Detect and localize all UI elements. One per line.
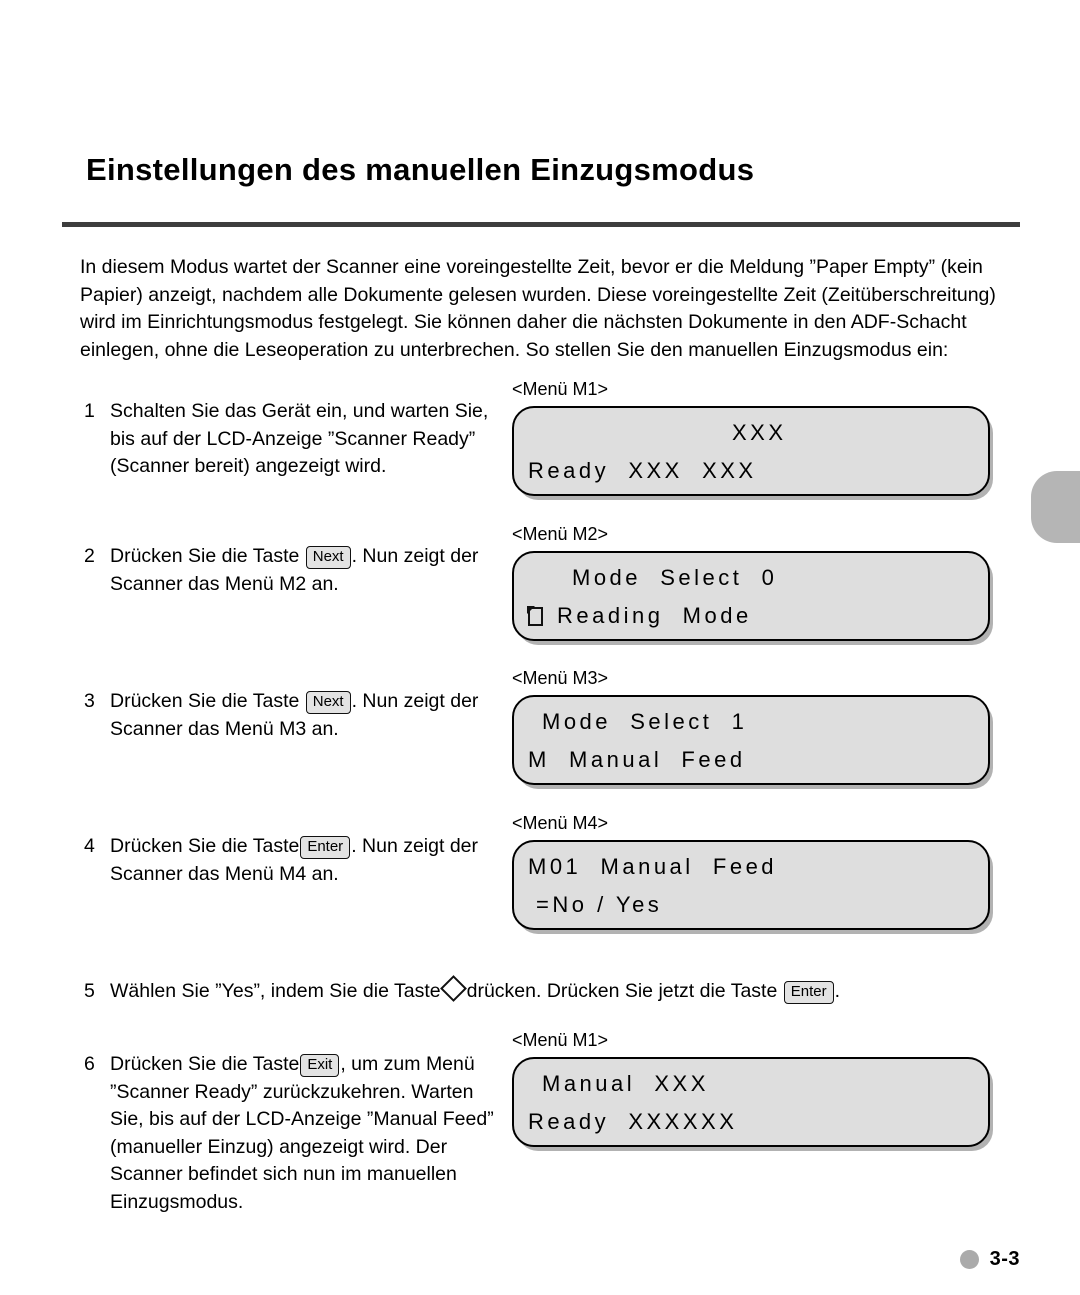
lcd-caption-m1-first: <Menü M1> xyxy=(512,379,609,399)
step-5: 5 Wählen Sie ”Yes”, indem Sie die Taste d… xyxy=(84,975,924,1006)
step-3-number: 3 xyxy=(84,690,95,712)
step-3-prefix: Drücken Sie die Taste xyxy=(110,690,305,712)
step-5-middle: drücken. Drücken Sie jetzt die Taste xyxy=(466,980,778,1002)
step-6: 6 Drücken Sie die Taste Exit, um zum Menü… xyxy=(84,1051,504,1216)
enter-key-button[interactable]: Enter xyxy=(783,980,834,1004)
lcd-line-1: Mode Select 0 xyxy=(572,565,778,590)
lcd-panel-m3: Mode Select 1 M Manual Feed xyxy=(512,695,990,785)
step-1: 1 Schalten Sie das Gerät ein, und warten… xyxy=(84,398,494,481)
lcd-panel-m4: M01 Manual Feed =No / Yes xyxy=(512,840,990,930)
step-2-number: 2 xyxy=(84,545,95,567)
lcd-caption-m1-last: <Menü M1> xyxy=(512,1030,609,1050)
step-3: 3 Drücken Sie die Taste Next. Nun zeigt … xyxy=(84,688,494,743)
step-6-number: 6 xyxy=(84,1053,95,1075)
step-6-suffix: , um zum Menü ”Scanner Ready” zurückzuke… xyxy=(110,1053,494,1213)
next-key-button[interactable]: Next xyxy=(305,690,351,714)
manual-page: Einstellungen des manuellen Einzugsmodus… xyxy=(0,0,1080,1295)
step-5-prefix: Wählen Sie ”Yes”, indem Sie die Taste xyxy=(110,980,441,1002)
lcd-line-1: XXX xyxy=(732,420,787,445)
lcd-group-m3: <Menü M3> Mode Select 1 M Manual Feed xyxy=(512,667,992,785)
step-4-number: 4 xyxy=(84,835,95,857)
page-footer: 3-3 xyxy=(0,1248,1020,1271)
step-2: 2 Drücken Sie die Taste Next. Nun zeigt … xyxy=(84,543,494,598)
step-5-suffix: . xyxy=(834,980,841,1002)
next-key-button[interactable]: Next xyxy=(305,545,351,569)
step-1-number: 1 xyxy=(84,400,95,422)
intro-paragraph: In diesem Modus wartet der Scanner eine … xyxy=(80,254,997,364)
lcd-group-m1-first: <Menü M1> XXX Ready XXX XXX xyxy=(512,378,992,496)
step-6-prefix: Drücken Sie die Taste xyxy=(110,1053,300,1075)
lcd-caption-m3: <Menü M3> xyxy=(512,668,609,688)
lcd-line-1: M01 Manual Feed xyxy=(528,854,778,879)
lcd-group-m4: <Menü M4> M01 Manual Feed =No / Yes xyxy=(512,812,992,930)
lcd-group-m2: <Menü M2> Mode Select 0 Reading Mode xyxy=(512,523,992,641)
step-4: 4 Drücken Sie die Taste Enter. Nun zeigt … xyxy=(84,833,494,888)
step-3-text: Drücken Sie die Taste Next. Nun zeigt de… xyxy=(110,688,494,743)
lcd-line-2: Reading Mode xyxy=(557,603,752,628)
footer-bullet-icon xyxy=(959,1250,979,1269)
lcd-line-2: M Manual Feed xyxy=(528,747,746,772)
lcd-line-2-row: Reading Mode xyxy=(514,597,988,635)
diamond-key-icon[interactable] xyxy=(439,975,467,1002)
lcd-panel-m1-first: XXX Ready XXX XXX xyxy=(512,406,990,496)
step-5-text: Wählen Sie ”Yes”, indem Sie die Taste drü… xyxy=(110,975,841,1006)
step-5-number: 5 xyxy=(84,980,95,1002)
enter-key-button[interactable]: Enter xyxy=(300,835,351,859)
lcd-line-1: Manual XXX xyxy=(542,1071,709,1096)
lcd-panel-m2: Mode Select 0 Reading Mode xyxy=(512,551,990,641)
lcd-caption-m2: <Menü M2> xyxy=(512,524,609,544)
lcd-group-m1-last: <Menü M1> Manual XXX Ready XXXXXX xyxy=(512,1029,992,1147)
exit-key-button[interactable]: Exit xyxy=(300,1053,340,1077)
page-title: Einstellungen des manuellen Einzugsmodus xyxy=(86,152,755,187)
step-2-text: Drücken Sie die Taste Next. Nun zeigt de… xyxy=(110,543,494,598)
step-6-text: Drücken Sie die Taste Exit, um zum Menü ”… xyxy=(110,1051,504,1216)
lcd-line-2: Ready XXX XXX xyxy=(528,458,757,483)
lcd-line-2: Ready XXXXXX xyxy=(528,1109,738,1134)
page-number: 3-3 xyxy=(989,1248,1020,1270)
title-divider xyxy=(62,222,1020,227)
intro-text: In diesem Modus wartet der Scanner eine … xyxy=(80,256,996,361)
step-4-prefix: Drücken Sie die Taste xyxy=(110,835,300,857)
lcd-line-1: Mode Select 1 xyxy=(542,709,748,734)
step-1-text: Schalten Sie das Gerät ein, und warten S… xyxy=(110,400,489,477)
lcd-caption-m4: <Menü M4> xyxy=(512,813,609,833)
step-4-text: Drücken Sie die Taste Enter. Nun zeigt de… xyxy=(110,833,494,888)
step-2-prefix: Drücken Sie die Taste xyxy=(110,545,305,567)
lcd-line-2: =No / Yes xyxy=(536,892,663,917)
page-icon xyxy=(527,605,543,626)
chapter-thumb-tab xyxy=(1031,471,1080,543)
lcd-panel-m1-last: Manual XXX Ready XXXXXX xyxy=(512,1057,990,1147)
